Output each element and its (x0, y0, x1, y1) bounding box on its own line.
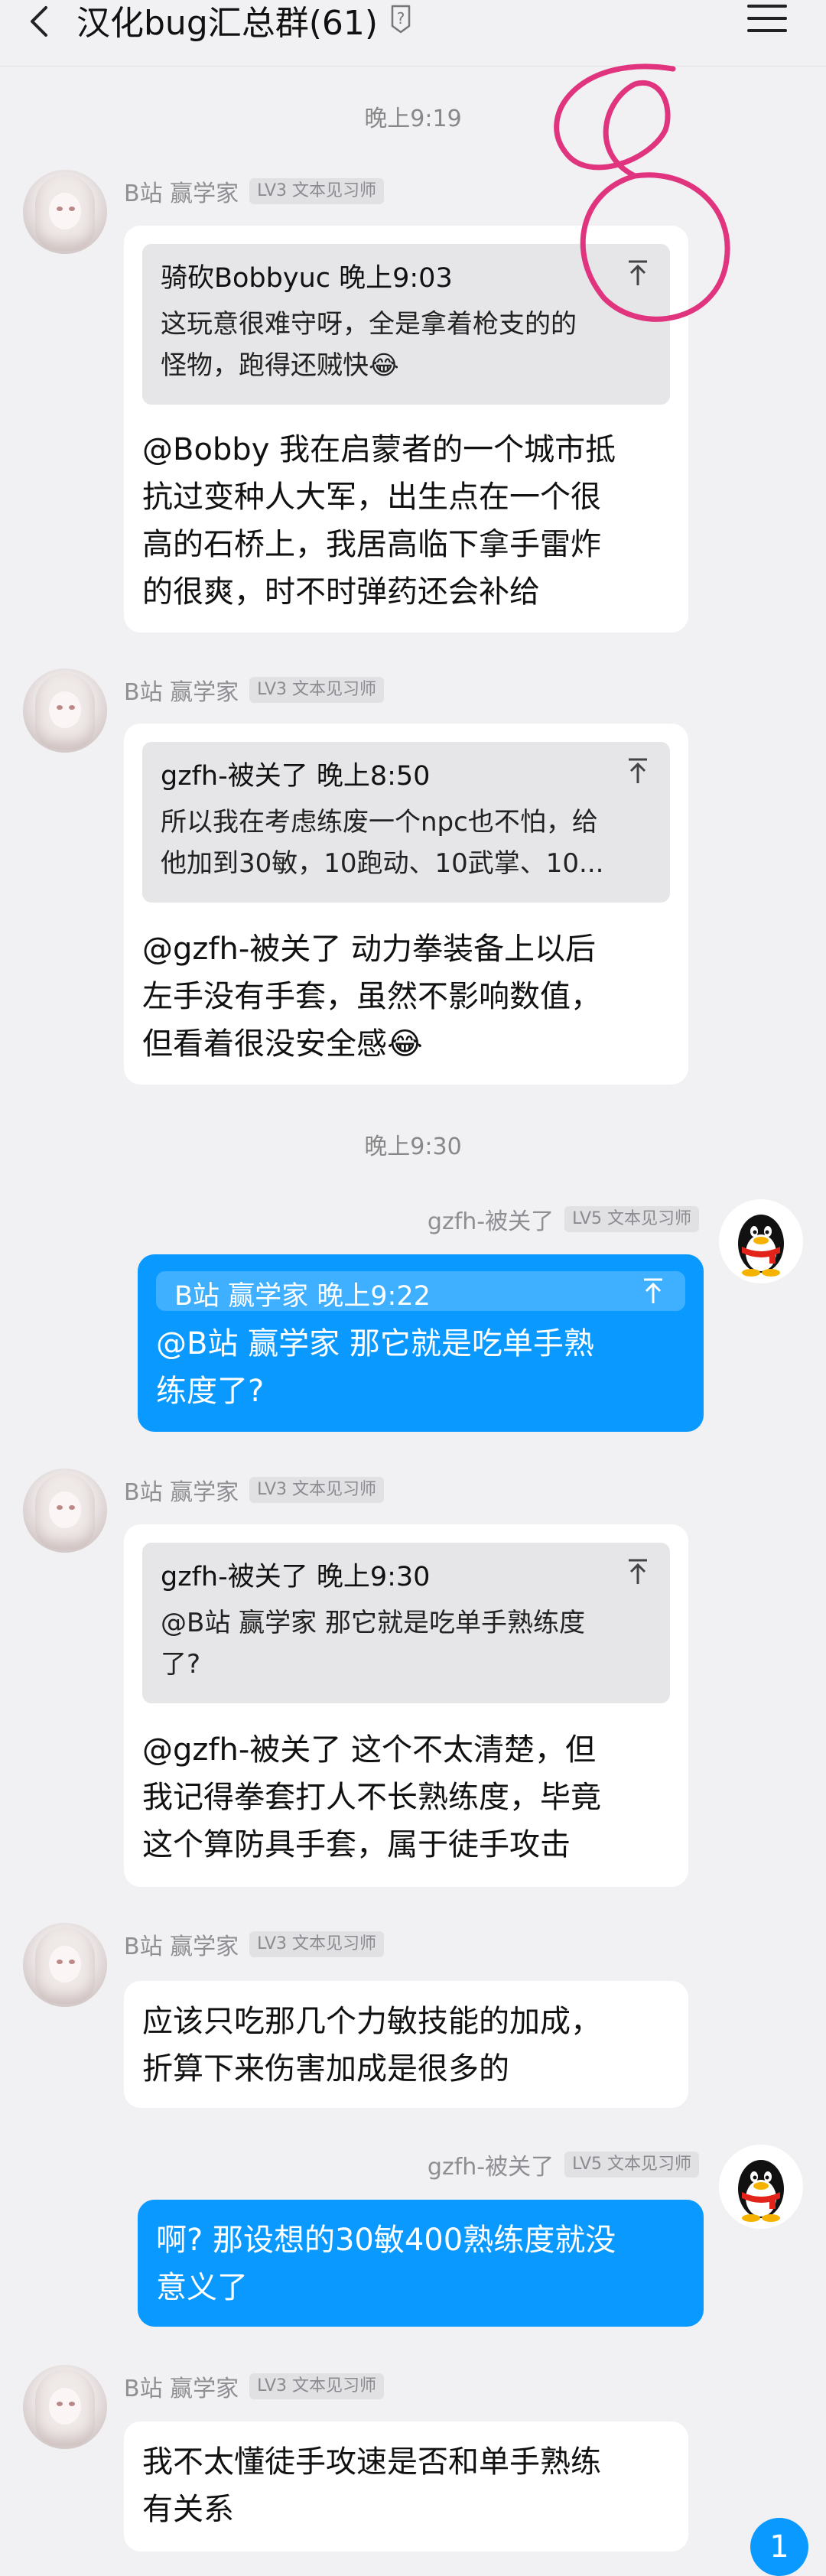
timestamp: 晚上9:19 (364, 106, 462, 132)
avatar[interactable] (23, 170, 107, 254)
timestamp: 晚上9:30 (364, 1134, 462, 1160)
quote-header: gzfh-被关了 晚上8:50 (161, 761, 431, 792)
jump-to-top-icon[interactable] (626, 259, 650, 287)
sender-name[interactable]: gzfh-被关了 (428, 2148, 554, 2181)
avatar[interactable] (23, 1923, 107, 2007)
qq-penguin-avatar[interactable] (719, 1199, 803, 1283)
quote-text: 这玩意很难守呀，全是拿着枪支的的 怪物，跑得还贼快😂 (161, 309, 577, 381)
quote-text: @B站 赢学家 那它就是吃单手熟练度 了? (161, 1608, 585, 1680)
message-text: @gzfh-被关了 动力拳装备上以后 左手没有手套，虽然不影响数值， 但看着很没… (142, 932, 601, 1062)
level-badge: LV3 文本见习师 (249, 1931, 385, 1957)
quoted-message[interactable]: gzfh-被关了 晚上8:50 所以我在考虑练废一个npc也不怕，给 他加到30… (142, 742, 670, 903)
quote-text: 所以我在考虑练废一个npc也不怕，给 他加到30敏，10跑动、10武掌、10..… (161, 807, 604, 879)
jump-to-top-icon[interactable] (626, 757, 650, 785)
message-bubble[interactable]: 应该只吃那几个力敏技能的加成， 折算下来伤害加成是很多的 (124, 1981, 688, 2108)
quote-header: B站 赢学家 晚上9:22 (174, 1281, 431, 1312)
sender-info: B站 赢学家 LV3 文本见习师 (124, 1473, 385, 1507)
message-bubble[interactable]: gzfh-被关了 晚上9:30 @B站 赢学家 那它就是吃单手熟练度 了? @g… (124, 1524, 688, 1887)
sender-name[interactable]: gzfh-被关了 (428, 1202, 554, 1236)
quote-header: 骑砍Bobbyuc 晚上9:03 (161, 263, 453, 294)
jump-to-top-icon[interactable] (626, 1558, 650, 1586)
top-bar: 汉化bug汇总群(61) ? (0, 0, 826, 67)
my-message-bubble[interactable]: 啊? 那设想的30敏400熟练度就没 意义了 (138, 2200, 704, 2327)
sender-name[interactable]: B站 赢学家 (124, 1473, 239, 1507)
quoted-message[interactable]: gzfh-被关了 晚上9:30 @B站 赢学家 那它就是吃单手熟练度 了? (142, 1543, 670, 1703)
message-text: 我不太懂徒手攻速是否和单手熟练 有关系 (142, 2444, 601, 2527)
message-bubble[interactable]: 我不太懂徒手攻速是否和单手熟练 有关系 (124, 2422, 688, 2552)
qq-penguin-avatar[interactable] (719, 2145, 803, 2229)
unread-count-badge[interactable]: 1 (750, 2518, 808, 2576)
message-text: 应该只吃那几个力敏技能的加成， 折算下来伤害加成是很多的 (142, 2004, 601, 2086)
level-badge: LV5 文本见习师 (564, 2152, 699, 2178)
level-badge: LV3 文本见习师 (249, 2373, 385, 2399)
message-text: @Bobby 我在启蒙者的一个城市抵 抗过变种人大军，出生点在一个很 高的石桥上… (142, 432, 616, 610)
svg-text:?: ? (397, 9, 405, 28)
back-arrow-icon[interactable] (23, 5, 57, 38)
message-text: @gzfh-被关了 这个不太清楚，但 我记得拳套打人不长熟练度，毕竟 这个算防具… (142, 1732, 601, 1862)
help-question-icon[interactable]: ? (388, 3, 414, 35)
sender-info: B站 赢学家 LV3 文本见习师 (124, 673, 385, 707)
quoted-message[interactable]: B站 赢学家 晚上9:22 (156, 1271, 685, 1312)
message-bubble[interactable]: 骑砍Bobbyuc 晚上9:03 这玩意很难守呀，全是拿着枪支的的 怪物，跑得还… (124, 226, 688, 633)
avatar[interactable] (23, 668, 107, 753)
avatar[interactable] (23, 1469, 107, 1553)
chat-title: 汉化bug汇总群(61) (76, 4, 379, 43)
message-text: 啊? 那设想的30敏400熟练度就没 意义了 (156, 2223, 616, 2305)
level-badge: LV5 文本见习师 (564, 1206, 699, 1232)
level-badge: LV3 文本见习师 (249, 178, 385, 204)
menu-icon[interactable] (747, 5, 787, 35)
level-badge: LV3 文本见习师 (249, 1477, 385, 1503)
quote-header: gzfh-被关了 晚上9:30 (161, 1562, 431, 1592)
jump-to-top-icon[interactable] (641, 1277, 665, 1305)
sender-name[interactable]: B站 赢学家 (124, 174, 239, 208)
sender-info: B站 赢学家 LV3 文本见习师 (124, 174, 385, 208)
sender-name[interactable]: B站 赢学家 (124, 1927, 239, 1961)
sender-info: B站 赢学家 LV3 文本见习师 (124, 1927, 385, 1961)
message-text: @B站 赢学家 那它就是吃单手熟 练度了? (156, 1326, 594, 1409)
sender-info: B站 赢学家 LV3 文本见习师 (124, 2369, 385, 2403)
sender-info: gzfh-被关了 LV5 文本见习师 (428, 1202, 699, 1236)
sender-name[interactable]: B站 赢学家 (124, 673, 239, 707)
message-bubble[interactable]: gzfh-被关了 晚上8:50 所以我在考虑练废一个npc也不怕，给 他加到30… (124, 724, 688, 1085)
avatar[interactable] (23, 2365, 107, 2449)
my-message-bubble[interactable]: B站 赢学家 晚上9:22 @B站 赢学家 那它就是吃单手熟 练度了? (138, 1254, 704, 1432)
quoted-message[interactable]: 骑砍Bobbyuc 晚上9:03 这玩意很难守呀，全是拿着枪支的的 怪物，跑得还… (142, 244, 670, 405)
sender-info: gzfh-被关了 LV5 文本见习师 (428, 2148, 699, 2181)
sender-name[interactable]: B站 赢学家 (124, 2369, 239, 2403)
level-badge: LV3 文本见习师 (249, 677, 385, 703)
